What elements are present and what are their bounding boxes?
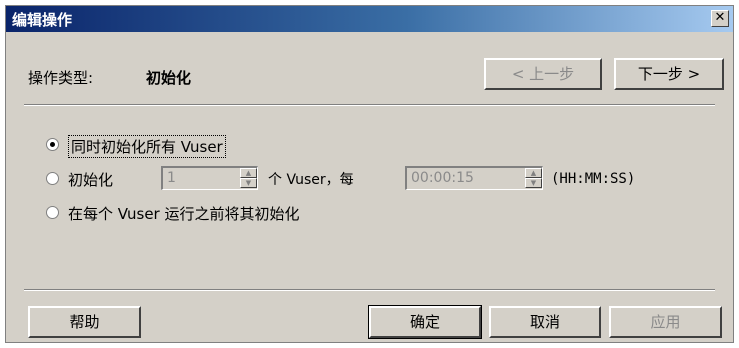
prev-step-button[interactable]: < 上一步	[484, 58, 602, 90]
radio-label: 在每个 Vuser 运行之前将其初始化	[68, 205, 300, 223]
spin-up-icon[interactable]: ▲	[240, 168, 257, 178]
next-step-button[interactable]: 下一步 >	[614, 58, 724, 90]
apply-button[interactable]: 应用	[609, 306, 722, 338]
operation-type-value: 初始化	[146, 69, 192, 87]
radio-init-before-run[interactable]: 在每个 Vuser 运行之前将其初始化	[46, 203, 376, 225]
interval-format-label: (HH:MM:SS)	[551, 171, 636, 187]
spin-down-icon[interactable]: ▼	[525, 178, 542, 188]
interval-value: 00:00:15	[411, 170, 474, 186]
radio-button[interactable]	[46, 172, 59, 185]
footer-separator	[24, 289, 715, 291]
radio-label: 初始化	[68, 171, 114, 189]
radio-label: 同时初始化所有 Vuser	[68, 135, 226, 158]
edit-action-dialog: 编辑操作 ✕ 操作类型: 初始化 < 上一步 下一步 > 同时初始化所有 Vus…	[5, 5, 734, 343]
spin-up-icon[interactable]: ▲	[525, 168, 542, 178]
vuser-count-value: 1	[167, 170, 176, 186]
cancel-button[interactable]: 取消	[489, 306, 601, 338]
close-button[interactable]: ✕	[711, 10, 729, 27]
ok-button[interactable]: 确定	[368, 305, 482, 339]
radio-button[interactable]	[46, 206, 59, 219]
help-button[interactable]: 帮助	[28, 306, 141, 338]
radio-button[interactable]	[46, 138, 59, 151]
spin-down-icon[interactable]: ▼	[240, 178, 257, 188]
interval-spinner[interactable]: 00:00:15 ▲ ▼	[405, 166, 543, 190]
window-title: 编辑操作	[12, 11, 73, 29]
vuser-count-spinner[interactable]: 1 ▲ ▼	[161, 166, 258, 190]
radio-init-gradually[interactable]: 初始化	[46, 169, 136, 191]
operation-type-label: 操作类型:	[28, 69, 94, 87]
header-separator	[24, 104, 715, 106]
radio-init-all-simultaneously[interactable]: 同时初始化所有 Vuser	[46, 135, 306, 158]
vuser-every-text: 个 Vuser，每	[268, 172, 354, 188]
title-bar[interactable]: 编辑操作 ✕	[6, 6, 733, 32]
close-icon: ✕	[714, 10, 726, 25]
